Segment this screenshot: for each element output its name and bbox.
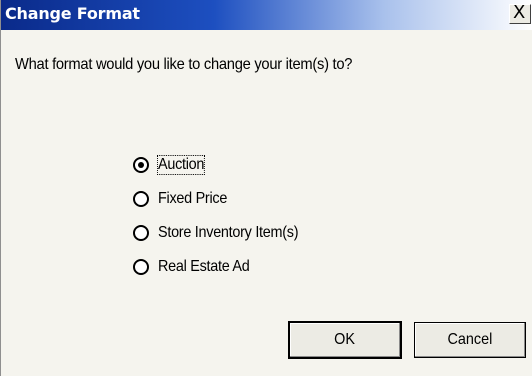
- option-label-store-inventory: Store Inventory Item(s): [158, 224, 299, 241]
- radio-unselected-icon[interactable]: [133, 259, 149, 275]
- radio-unselected-icon[interactable]: [133, 225, 149, 241]
- cancel-button-label: Cancel: [447, 331, 493, 348]
- option-label-real-estate-ad: Real Estate Ad: [158, 258, 250, 275]
- option-store-inventory[interactable]: Store Inventory Item(s): [133, 216, 314, 250]
- change-format-dialog: Change Format X What format would you li…: [0, 0, 532, 376]
- ok-button[interactable]: OK: [288, 321, 402, 359]
- cancel-button[interactable]: Cancel: [414, 322, 526, 358]
- ok-button-label: OK: [334, 331, 356, 348]
- format-options-group: Auction Fixed Price Store Inventory Item…: [133, 148, 314, 284]
- title-bar[interactable]: Change Format X: [1, 0, 532, 30]
- close-icon: X: [513, 2, 526, 23]
- radio-unselected-icon[interactable]: [133, 191, 149, 207]
- option-fixed-price[interactable]: Fixed Price: [133, 182, 314, 216]
- prompt-text: What format would you like to change you…: [15, 56, 353, 73]
- close-button[interactable]: X: [509, 2, 531, 24]
- radio-selected-icon[interactable]: [133, 157, 149, 173]
- option-label-fixed-price: Fixed Price: [158, 190, 228, 207]
- option-auction[interactable]: Auction: [133, 148, 314, 182]
- dialog-title: Change Format: [5, 4, 140, 23]
- option-real-estate-ad[interactable]: Real Estate Ad: [133, 250, 314, 284]
- option-label-auction: Auction: [157, 155, 206, 175]
